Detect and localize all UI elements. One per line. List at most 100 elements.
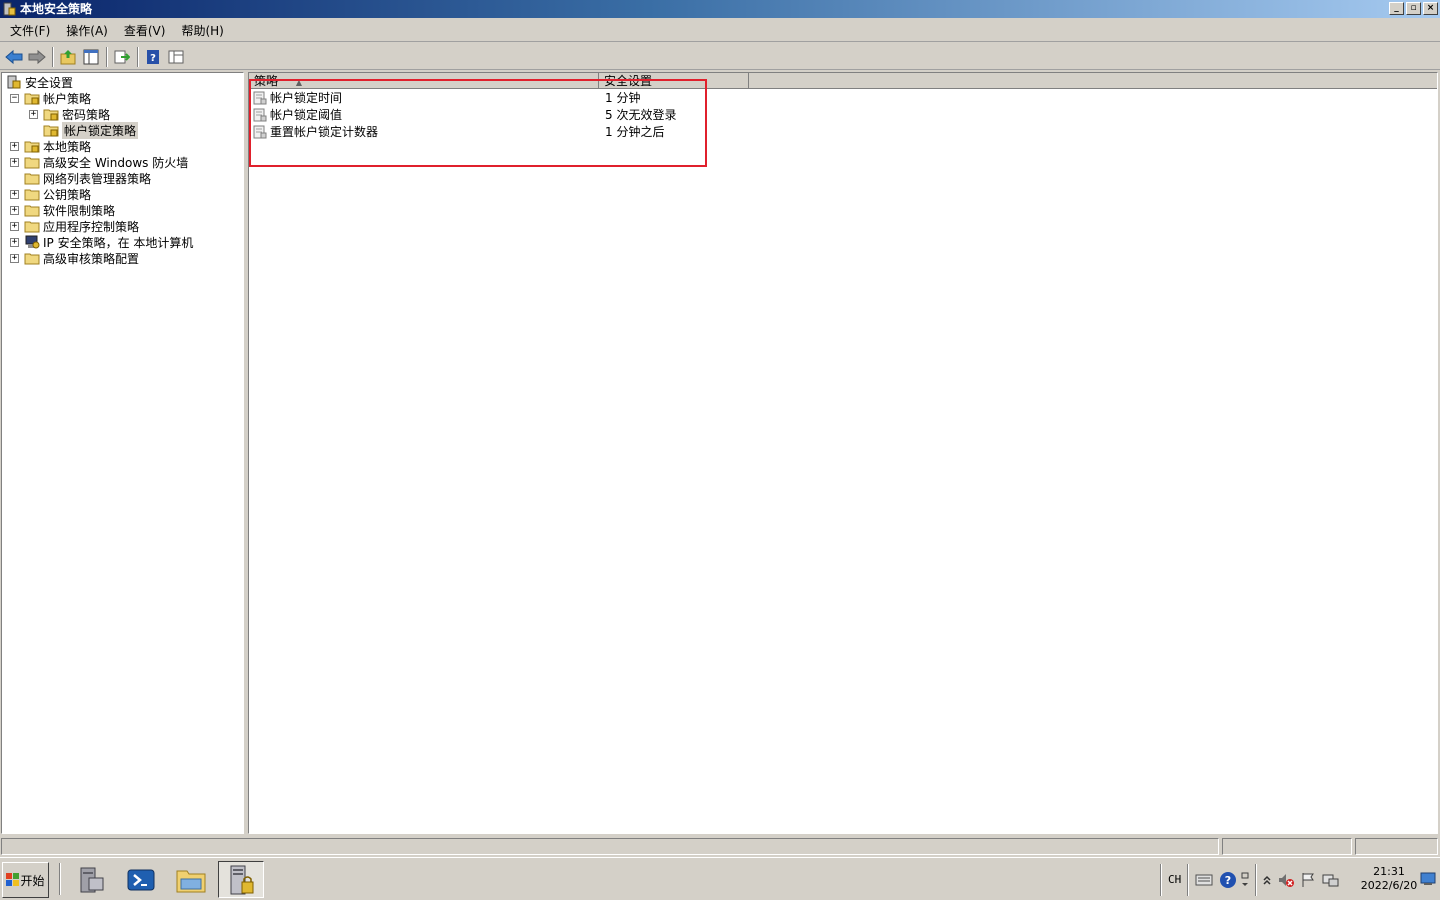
toolbar-separator [106, 46, 108, 67]
minimize-button[interactable]: _ [1389, 2, 1404, 15]
tree-label: IP 安全策略，在 本地计算机 [43, 235, 194, 250]
locked-folder-icon [43, 125, 59, 137]
export-list-button[interactable] [111, 46, 133, 68]
menu-action[interactable]: 操作(A) [60, 20, 114, 42]
tree-item-public-key[interactable]: 公钥策略 [24, 186, 91, 202]
back-arrow-icon [5, 49, 23, 64]
toolbar-separator [52, 46, 54, 67]
tree-label: 本地策略 [43, 139, 92, 154]
expand-toggle[interactable]: + [29, 110, 38, 119]
expand-toggle[interactable]: + [10, 190, 19, 199]
back-button[interactable] [3, 46, 25, 68]
tree-item-account-lockout-policy[interactable]: 帐户锁定策略 [43, 121, 139, 139]
menu-view[interactable]: 查看(V) [118, 20, 172, 42]
help-icon: ? [147, 49, 159, 64]
column-header-filler [749, 73, 1437, 89]
tree-label: 应用程序控制策略 [43, 219, 140, 234]
column-header-policy[interactable]: 策略 ▲ [249, 73, 599, 89]
menu-help[interactable]: 帮助(H) [175, 20, 229, 42]
window-controls: _ ▫ × [1389, 2, 1438, 15]
list-item[interactable]: 帐户锁定阈值 5 次无效登录 [253, 106, 676, 123]
policy-item-icon [253, 125, 267, 138]
keyboard-icon[interactable] [1195, 873, 1213, 887]
tree-item-app-control[interactable]: 应用程序控制策略 [24, 218, 139, 234]
collapse-toggle[interactable]: − [10, 94, 19, 103]
policy-setting: 1 分钟 [605, 91, 641, 105]
tray-separator [1255, 863, 1258, 896]
action-center-flag-icon[interactable] [1300, 872, 1316, 888]
folder-icon [24, 173, 40, 185]
tree-label: 安全设置 [25, 75, 74, 90]
expand-toggle[interactable]: + [10, 222, 19, 231]
expand-toggle[interactable]: + [10, 254, 19, 263]
list-header: 策略 ▲ 安全设置 [249, 73, 1437, 89]
forward-button[interactable] [26, 46, 48, 68]
expand-toggle[interactable]: + [10, 206, 19, 215]
help-button[interactable]: ? [142, 46, 164, 68]
tree-label-selected: 帐户锁定策略 [62, 121, 139, 139]
status-bar [0, 836, 1440, 856]
taskbar-powershell[interactable] [118, 861, 164, 898]
tree-item-password-policy[interactable]: 密码策略 [43, 106, 110, 122]
policy-name: 重置帐户锁定计数器 [270, 125, 379, 139]
tree-item-firewall[interactable]: 高级安全 Windows 防火墙 [24, 154, 188, 170]
svg-text:?: ? [150, 53, 156, 64]
security-policy-icon [230, 865, 254, 894]
expand-toggle[interactable]: + [10, 158, 19, 167]
policy-setting: 5 次无效登录 [605, 108, 677, 122]
policy-setting: 1 分钟之后 [605, 125, 665, 139]
show-hidden-icons-icon[interactable] [1262, 874, 1272, 886]
tree-item-software-restriction[interactable]: 软件限制策略 [24, 202, 115, 218]
taskbar-local-security-policy[interactable] [218, 861, 264, 898]
console-icon [168, 50, 184, 63]
column-label: 安全设置 [604, 74, 653, 88]
options-menu-icon[interactable] [1241, 871, 1249, 889]
clock-date: 2022/6/20 [1360, 879, 1418, 892]
list-item[interactable]: 重置帐户锁定计数器 1 分钟之后 [253, 123, 664, 140]
export-list-icon [114, 50, 130, 63]
clock-time: 21:31 [1373, 865, 1405, 878]
volume-muted-icon[interactable] [1277, 872, 1295, 888]
tree-item-advanced-audit[interactable]: 高级审核策略配置 [24, 250, 139, 266]
taskbar: 开始 CH ? 21:31 2022/6/20 [0, 857, 1440, 900]
locked-folder-icon [24, 93, 40, 105]
list-item[interactable]: 帐户锁定时间 1 分钟 [253, 89, 640, 106]
window-title: 本地安全策略 [20, 2, 93, 16]
tree-root[interactable]: 安全设置 [6, 74, 73, 90]
help-icon[interactable]: ? [1219, 871, 1237, 889]
clock[interactable]: 21:31 2022/6/20 [1356, 865, 1422, 893]
close-button[interactable]: × [1423, 2, 1438, 15]
taskbar-server-manager[interactable] [68, 861, 114, 898]
show-hide-tree-button[interactable] [80, 46, 102, 68]
windows-logo-icon [6, 873, 20, 886]
network-icon[interactable] [1321, 872, 1339, 888]
tree-label: 高级审核策略配置 [43, 251, 140, 266]
menu-file[interactable]: 文件(F) [4, 20, 56, 42]
start-button[interactable]: 开始 [2, 862, 49, 898]
menu-bar: 文件(F) 操作(A) 查看(V) 帮助(H) [0, 20, 1440, 42]
tree-item-account-policy[interactable]: 帐户策略 [24, 90, 91, 106]
toolbar: ? [0, 44, 1440, 70]
folder-icon [24, 205, 40, 217]
language-indicator[interactable]: CH [1168, 873, 1181, 886]
policy-name: 帐户锁定阈值 [270, 108, 343, 122]
policy-item-icon [253, 91, 267, 104]
up-level-button[interactable] [57, 46, 79, 68]
tree-label: 帐户策略 [43, 91, 92, 106]
tree-item-ip-security[interactable]: IP 安全策略，在 本地计算机 [24, 234, 193, 250]
column-header-setting[interactable]: 安全设置 [599, 73, 749, 89]
ip-security-icon [25, 235, 40, 249]
status-panel-2 [1222, 838, 1352, 855]
tree-item-local-policy[interactable]: 本地策略 [24, 138, 91, 154]
restore-button[interactable]: ▫ [1406, 2, 1421, 15]
status-panel-3 [1355, 838, 1438, 855]
start-label: 开始 [20, 873, 45, 888]
show-desktop-icon[interactable] [1420, 872, 1436, 886]
tree-item-network-list[interactable]: 网络列表管理器策略 [24, 170, 151, 186]
expand-toggle[interactable]: + [10, 238, 19, 247]
expand-toggle[interactable]: + [10, 142, 19, 151]
taskbar-file-explorer[interactable] [168, 861, 214, 898]
console-view-button[interactable] [165, 46, 187, 68]
folder-explorer-icon [176, 870, 206, 892]
tree-label: 网络列表管理器策略 [43, 171, 152, 186]
